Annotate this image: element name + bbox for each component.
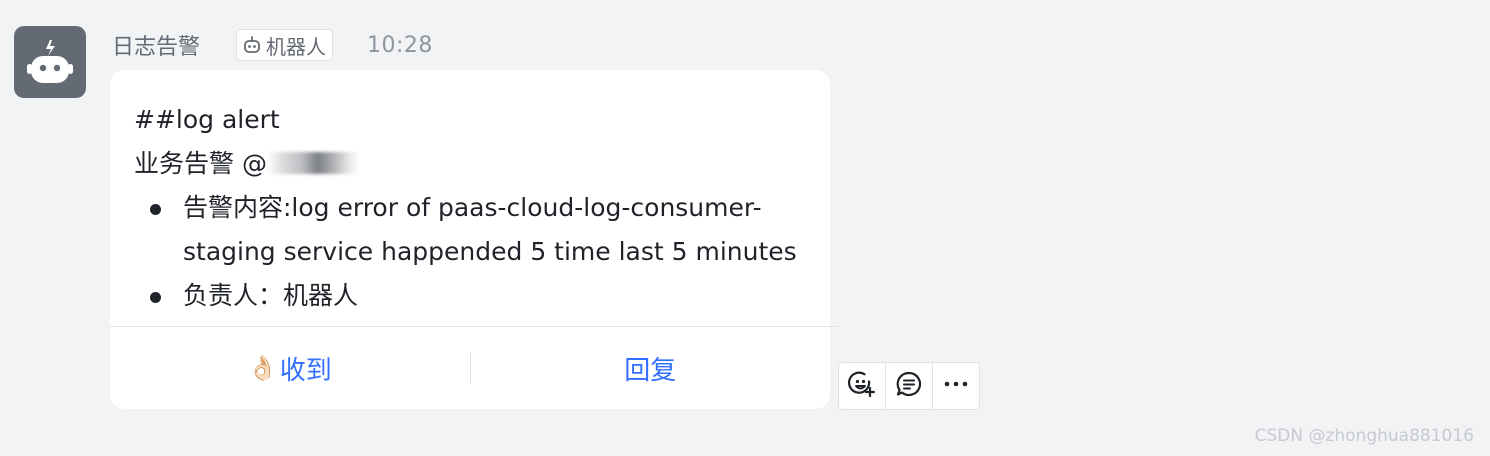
owner-line: 负责人：机器人 [183, 281, 359, 310]
robot-tag-icon [241, 34, 263, 56]
mention-text: 业务告警 @ [134, 149, 267, 178]
card-divider-overhang [830, 326, 838, 327]
robot-icon [25, 35, 75, 89]
bot-tag: 机器人 [236, 29, 334, 61]
reply-button[interactable]: 回复 [471, 327, 831, 409]
mention-line: 业务告警 @ [134, 142, 824, 186]
more-icon [941, 369, 971, 403]
reply-bubble-button[interactable] [885, 363, 932, 409]
bot-avatar[interactable] [14, 26, 86, 98]
message-time: 10:28 [367, 32, 433, 58]
blurred-username [266, 152, 359, 174]
reply-label: 回复 [624, 355, 677, 386]
emoji-add-icon [847, 369, 877, 403]
card-title: ##log alert [134, 105, 280, 134]
message-header: 日志告警 机器人 10:28 [112, 28, 433, 62]
bot-tag-label: 机器人 [266, 34, 327, 59]
reply-bubble-icon [894, 369, 924, 403]
bullet-dot [150, 204, 161, 215]
card-content: ##log alert 业务告警 @ 告警内容:log error of paa… [134, 98, 824, 318]
alert-details-list: 告警内容:log error of paas-cloud-log-consume… [134, 186, 824, 318]
card-actions: 👌🏻 收到 回复 [110, 327, 830, 409]
acknowledge-button[interactable]: 👌🏻 收到 [110, 327, 470, 409]
alert-content-line-2: staging service happended 5 time last 5 … [183, 237, 797, 266]
bullet-dot [150, 292, 161, 303]
list-item: 告警内容:log error of paas-cloud-log-consume… [134, 186, 824, 274]
alert-content-line-1: 告警内容:log error of paas-cloud-log-consume… [183, 193, 762, 222]
add-reaction-button[interactable] [839, 363, 885, 409]
message-card: ##log alert 业务告警 @ 告警内容:log error of paa… [110, 70, 830, 409]
list-item: 负责人：机器人 [134, 274, 824, 318]
watermark: CSDN @zhonghua881016 [1254, 426, 1474, 446]
sender-name[interactable]: 日志告警 [112, 29, 200, 61]
more-button[interactable] [932, 363, 979, 409]
message-toolbar [838, 362, 980, 410]
ok-hand-icon: 👌🏻 [247, 354, 278, 382]
mention-user[interactable] [266, 142, 359, 186]
acknowledge-label: 收到 [279, 355, 332, 386]
